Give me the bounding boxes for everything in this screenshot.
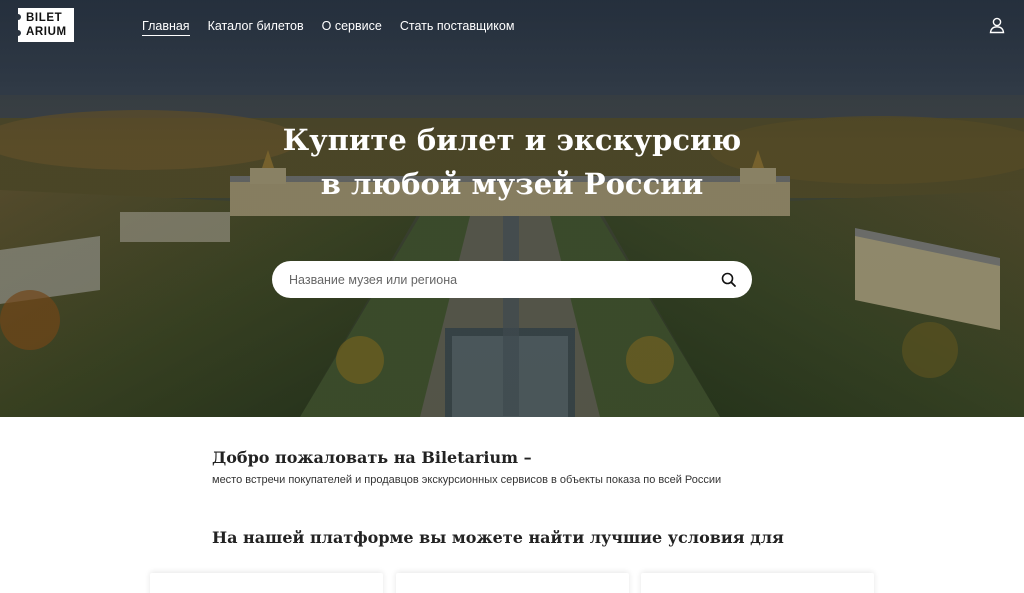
logo-text-line2: ARIUM [26, 26, 67, 38]
search-icon [721, 272, 736, 287]
logo-notch [15, 14, 21, 20]
nav-item-ticket-catalog[interactable]: Каталог билетов [208, 18, 304, 36]
user-icon [989, 17, 1005, 34]
welcome-title: Добро пожаловать на Biletarium – [212, 448, 532, 467]
search-bar [272, 261, 752, 298]
biletarium-logo[interactable]: BILET ARIUM [15, 8, 74, 42]
hero-title: Купите билет и экскурсию в любой музей Р… [212, 118, 812, 206]
search-input[interactable] [289, 261, 709, 298]
nav-item-home[interactable]: Главная [142, 18, 190, 36]
hero-title-line1: Купите билет и экскурсию [282, 123, 742, 157]
feature-card[interactable] [641, 573, 874, 593]
hero-title-line2: в любой музей России [320, 167, 704, 201]
hero-section: BILET ARIUM Главная Каталог билетов О се… [0, 0, 1024, 417]
nav-item-about[interactable]: О сервисе [322, 18, 382, 36]
top-navigation-bar: BILET ARIUM Главная Каталог билетов О се… [0, 0, 1024, 50]
welcome-subtitle: место встречи покупателей и продавцов эк… [212, 474, 722, 486]
platform-title: На нашей платформе вы можете найти лучши… [212, 528, 784, 547]
user-account-button[interactable] [988, 16, 1006, 34]
feature-card[interactable] [396, 573, 629, 593]
nav-item-become-supplier[interactable]: Стать поставщиком [400, 18, 515, 36]
logo-notch [15, 30, 21, 36]
logo-text-line1: BILET [26, 12, 63, 24]
feature-card[interactable] [150, 573, 383, 593]
main-nav: Главная Каталог билетов О сервисе Стать … [142, 18, 514, 36]
search-button[interactable] [720, 271, 738, 289]
hero-overlay [0, 0, 1024, 417]
